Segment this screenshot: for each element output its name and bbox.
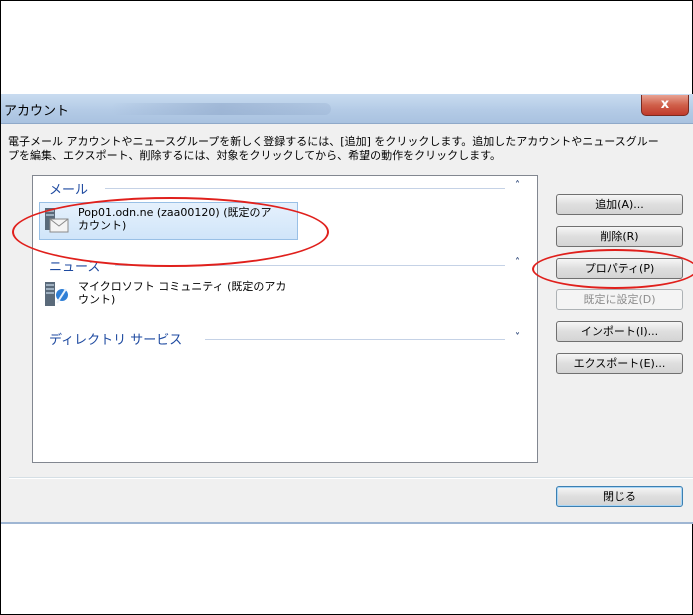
news-account-icon: [45, 282, 68, 306]
group-divider-directory: [205, 339, 505, 340]
dialog-title: アカウント: [4, 104, 70, 119]
collapse-news-chevron-icon[interactable]: ˄: [515, 257, 520, 268]
group-header-directory: ディレクトリ サービス: [49, 333, 183, 348]
export-button[interactable]: エクスポート(E)...: [556, 353, 683, 374]
footer-separator: [9, 477, 693, 479]
group-divider-mail: [105, 188, 505, 189]
add-button[interactable]: 追加(A)...: [556, 194, 683, 215]
group-header-mail: メール: [49, 183, 89, 198]
dialog-titlebar[interactable]: アカウント x: [1, 94, 693, 124]
news-account-label: マイクロソフト コミュニティ (既定のアカ ウント): [78, 280, 287, 306]
highlight-ellipse-account: [12, 197, 329, 267]
expand-directory-chevron-icon[interactable]: ˅: [515, 332, 520, 343]
news-account-item[interactable]: マイクロソフト コミュニティ (既定のアカ ウント): [39, 276, 298, 314]
instruction-text: 電子メール アカウントやニュースグループを新しく登録するには、[追加] をクリッ…: [8, 135, 659, 162]
dialog-bottom-border: [1, 522, 693, 524]
remove-button[interactable]: 削除(R): [556, 226, 683, 247]
blurred-title-region: [111, 103, 331, 115]
set-default-button[interactable]: 既定に設定(D): [556, 289, 683, 310]
highlight-ellipse-properties: [532, 249, 693, 289]
close-button[interactable]: 閉じる: [556, 486, 683, 507]
close-window-button[interactable]: x: [641, 95, 689, 116]
dialog-body: 電子メール アカウントやニュースグループを新しく登録するには、[追加] をクリッ…: [1, 124, 693, 522]
import-button[interactable]: インポート(I)...: [556, 321, 683, 342]
collapse-mail-chevron-icon[interactable]: ˄: [515, 180, 520, 191]
